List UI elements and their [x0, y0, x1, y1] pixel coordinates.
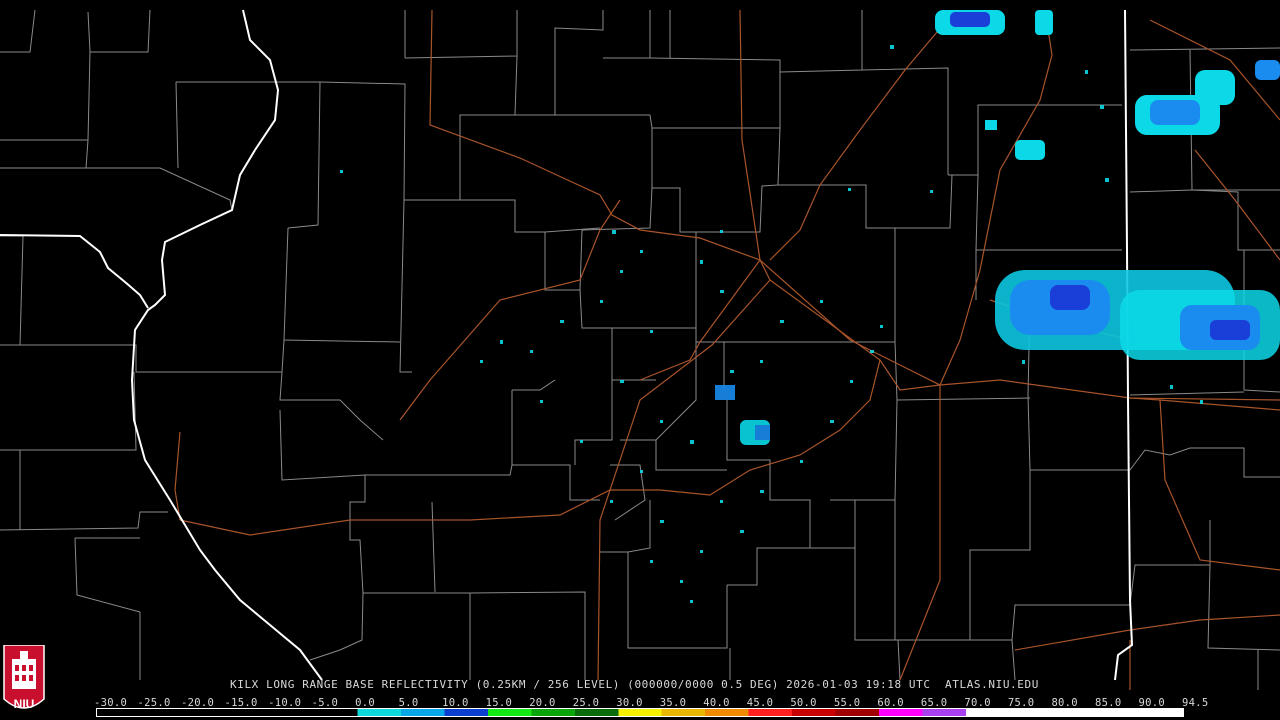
colorbar-tick-label: 94.5	[1182, 697, 1209, 709]
echo-cluster-northeast	[935, 10, 1280, 160]
radar-map	[0, 9, 1280, 690]
logo-text: NIU	[14, 697, 35, 711]
reflectivity-colorbar	[96, 708, 1184, 717]
state-boundaries	[0, 9, 1134, 681]
echo-cluster-east	[995, 270, 1280, 360]
niu-logo: NIU	[3, 645, 45, 711]
product-caption: KILX LONG RANGE BASE REFLECTIVITY (0.25K…	[230, 678, 1039, 691]
